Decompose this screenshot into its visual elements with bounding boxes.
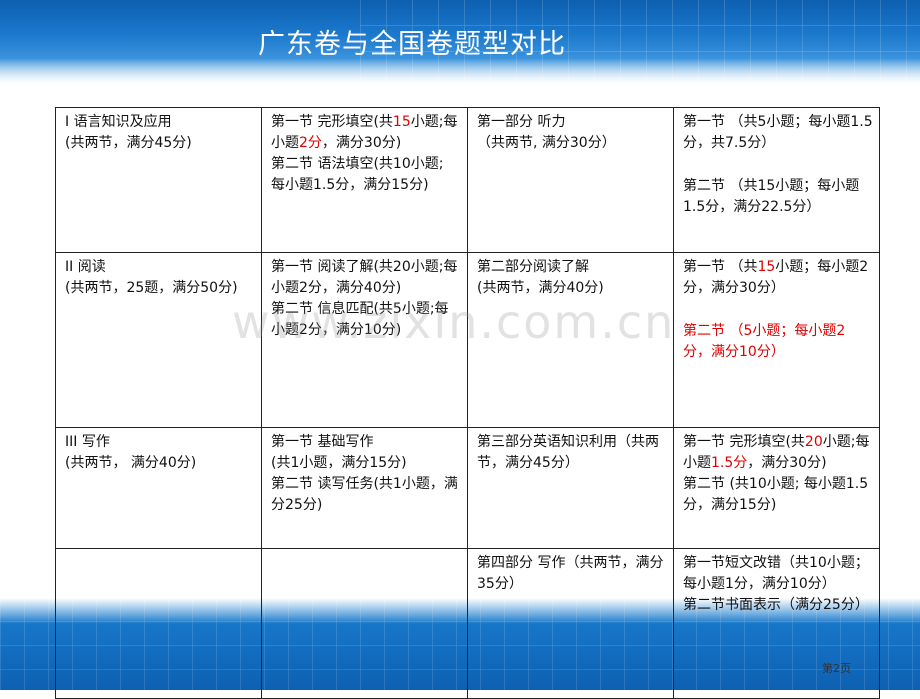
detail-part-2: 第二节 （5小题；每小题2分，满分10分） (683, 323, 846, 360)
section-title: 第二部分阅读了解 (477, 259, 589, 275)
detail-part-1: 第一节 完形填空(共20小题;每小题1.5分，满分30分) (683, 434, 870, 471)
detail-part-2: 第二节 (共10小题; 每小题1.5分，满分15分) (683, 476, 869, 513)
cell-guangdong-detail: 第一节 阅读了解(共20小题;每小题2分，满分40分) 第二节 信息匹配(共5小… (261, 252, 468, 428)
cell-guangdong-detail: 第一节 完形填空(共15小题;每小题2分，满分30分) 第二节 语法填空(共10… (261, 107, 468, 253)
detail-part-2: 第二节书面表示（满分25分） (683, 597, 869, 613)
cell-guangdong-section: I 语言知识及应用 (共两节，满分45分) (55, 107, 262, 253)
detail-part-1: 第一节 完形填空(共15小题;每小题2分，满分30分) (271, 114, 458, 151)
detail-part-1: 第一节 基础写作 (271, 434, 374, 450)
detail-part-2: 第二节 语法填空(共10小题; 每小题1.5分，满分15分) (271, 156, 444, 193)
section-title: III 写作 (65, 434, 110, 450)
cell-guangdong-detail: 第一节 基础写作 (共1小题，满分15分) 第二节 读写任务(共1小题，满分25… (261, 427, 468, 549)
table-row-language: I 语言知识及应用 (共两节，满分45分) 第一节 完形填空(共15小题;每小题… (55, 107, 880, 253)
detail-part-1: 第一节 （共5小题；每小题1.5分，共7.5分） (683, 114, 873, 151)
table-row-national-writing: 第四部分 写作（共两节，满分35分） 第一节短文改错（共10小题；每小题1分，满… (55, 548, 880, 699)
section-title: I 语言知识及应用 (65, 114, 172, 130)
section-score: (共两节，满分40分) (477, 280, 604, 296)
comparison-table: I 语言知识及应用 (共两节，满分45分) 第一节 完形填空(共15小题;每小题… (55, 107, 880, 699)
detail-part-1: 第一节 （共15小题；每小题2分，满分30分） (683, 259, 869, 296)
cell-national-detail: 第一节 完形填空(共20小题;每小题1.5分，满分30分) 第二节 (共10小题… (673, 427, 880, 549)
header-fade (0, 58, 920, 84)
cell-empty (261, 548, 468, 699)
section-score: (共两节， 满分40分) (65, 455, 197, 471)
detail-part-2: 第二节 （共15小题；每小题1.5分，满分22.5分） (683, 178, 860, 215)
cell-national-section: 第三部分英语知识利用（共两节，满分45分） (467, 427, 674, 549)
cell-national-detail: 第一节短文改错（共10小题；每小题1分，满分10分） 第二节书面表示（满分25分… (673, 548, 880, 699)
section-title: II 阅读 (65, 259, 106, 275)
cell-national-section: 第四部分 写作（共两节，满分35分） (467, 548, 674, 699)
section-title: 第三部分英语知识利用（共两节，满分45分） (477, 434, 659, 471)
detail-part-1-score: (共1小题，满分15分) (271, 455, 407, 471)
detail-part-2: 第二节 信息匹配(共5小题;每小题2分，满分10分) (271, 301, 449, 338)
table-row-reading: II 阅读 (共两节，25题，满分50分) 第一节 阅读了解(共20小题;每小题… (55, 252, 880, 428)
slide-title: 广东卷与全国卷题型对比 (258, 29, 566, 60)
detail-part-1: 第一节短文改错（共10小题；每小题1分，满分10分） (683, 555, 869, 592)
cell-guangdong-section: III 写作 (共两节， 满分40分) (55, 427, 262, 549)
section-title: 第一部分 听力 (477, 114, 566, 130)
cell-national-detail: 第一节 （共15小题；每小题2分，满分30分） 第二节 （5小题；每小题2分，满… (673, 252, 880, 428)
table-row-writing: III 写作 (共两节， 满分40分) 第一节 基础写作 (共1小题，满分15分… (55, 427, 880, 549)
detail-part-1: 第一节 阅读了解(共20小题;每小题2分，满分40分) (271, 259, 458, 296)
section-score: （共两节, 满分30分） (477, 135, 616, 151)
cell-national-detail: 第一节 （共5小题；每小题1.5分，共7.5分） 第二节 （共15小题；每小题1… (673, 107, 880, 253)
section-title: 第四部分 写作（共两节，满分35分） (477, 555, 664, 592)
cell-empty (55, 548, 262, 699)
section-score: (共两节，满分45分) (65, 135, 192, 151)
cell-guangdong-section: II 阅读 (共两节，25题，满分50分) (55, 252, 262, 428)
section-score: (共两节，25题，满分50分) (65, 280, 238, 296)
detail-part-2: 第二节 读写任务(共1小题，满分25分) (271, 476, 458, 513)
cell-national-section: 第二部分阅读了解 (共两节，满分40分) (467, 252, 674, 428)
page-number: 第2页 (822, 662, 851, 675)
cell-national-section: 第一部分 听力 （共两节, 满分30分） (467, 107, 674, 253)
